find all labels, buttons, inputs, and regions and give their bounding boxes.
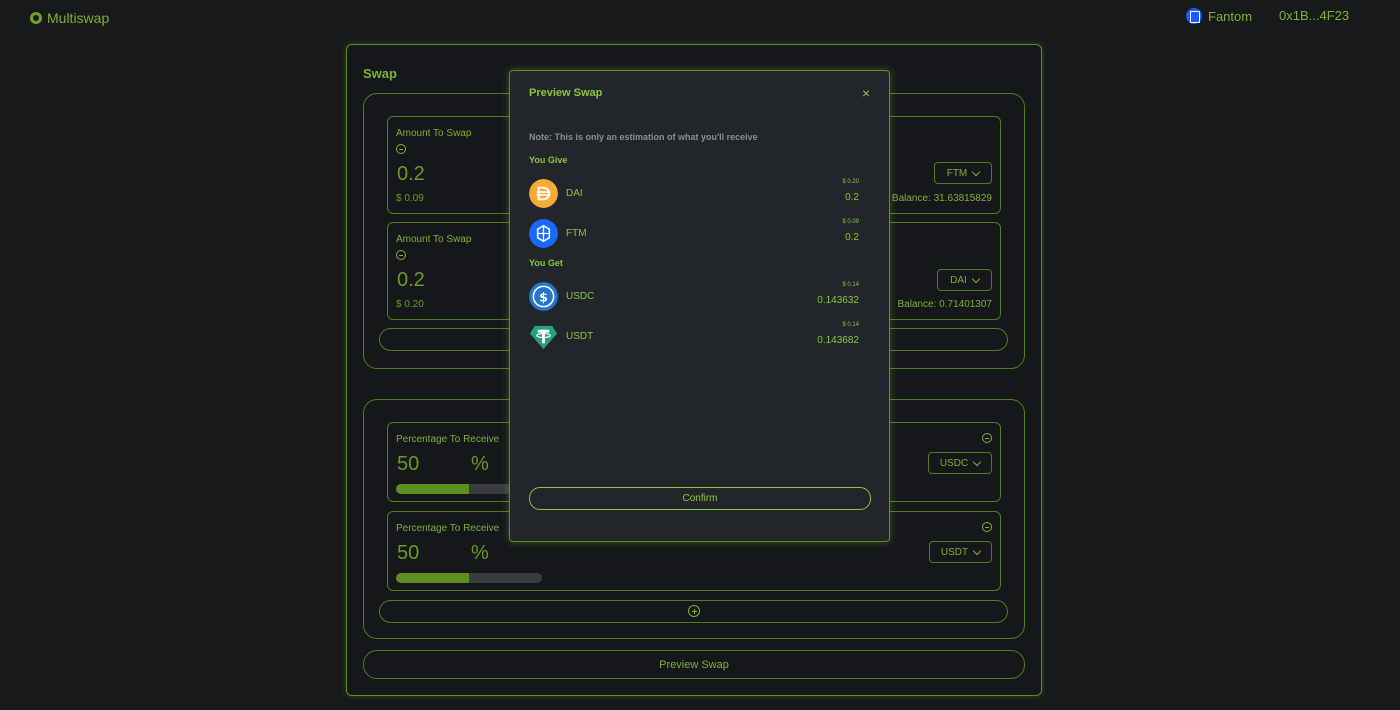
chevron-down-icon bbox=[971, 274, 981, 283]
amount-usd: $ 0.20 bbox=[396, 299, 424, 310]
percentage-label: Percentage To Receive bbox=[396, 434, 500, 445]
amount-usd: $ 0.09 bbox=[396, 193, 424, 204]
amount-input[interactable]: 0.2 bbox=[397, 163, 425, 186]
brand-name: Multiswap bbox=[47, 10, 110, 26]
add-get-token-button[interactable] bbox=[379, 600, 1008, 623]
remove-icon[interactable] bbox=[982, 433, 992, 443]
token-select-usdt[interactable]: USDT bbox=[929, 541, 992, 563]
token-balance: Balance: 31.63815829 bbox=[891, 193, 992, 204]
modal-title: Preview Swap bbox=[529, 87, 603, 99]
amount-input[interactable]: 0.2 bbox=[397, 269, 425, 292]
fantom-network-icon bbox=[1186, 8, 1202, 24]
plus-icon bbox=[688, 605, 700, 617]
you-get-heading: You Get bbox=[529, 258, 563, 268]
get-row-usdc: $ USDC $ 0.14 0.143632 bbox=[529, 282, 861, 312]
percentage-slider[interactable] bbox=[396, 573, 542, 583]
amount-label: Amount To Swap bbox=[396, 234, 472, 245]
remove-icon[interactable] bbox=[396, 144, 406, 154]
token-select-label: DAI bbox=[950, 274, 967, 286]
network-name: Fantom bbox=[1208, 8, 1253, 24]
you-give-heading: You Give bbox=[529, 155, 568, 165]
token-amount: 0.2 bbox=[845, 192, 859, 203]
token-name: DAI bbox=[566, 188, 583, 199]
token-select-ftm[interactable]: FTM bbox=[934, 162, 992, 184]
token-usd: $ 0.20 bbox=[842, 179, 859, 185]
token-select-label: USDT bbox=[940, 546, 969, 558]
token-name: USDC bbox=[566, 291, 595, 302]
panel-title: Swap bbox=[363, 66, 397, 81]
usdt-icon bbox=[529, 325, 558, 350]
token-select-usdc[interactable]: USDC bbox=[928, 452, 992, 474]
token-name: USDT bbox=[566, 331, 594, 342]
token-select-dai[interactable]: DAI bbox=[937, 269, 992, 291]
remove-icon[interactable] bbox=[982, 522, 992, 532]
give-row-ftm: FTM $ 0.09 0.2 bbox=[529, 219, 861, 249]
svg-text:$: $ bbox=[539, 289, 548, 304]
preview-swap-modal: Preview Swap × Note: This is only an est… bbox=[509, 70, 890, 542]
give-row-dai: DAI $ 0.20 0.2 bbox=[529, 179, 861, 209]
token-usd: $ 0.14 bbox=[842, 322, 859, 328]
chevron-down-icon bbox=[972, 457, 982, 466]
chevron-down-icon bbox=[972, 167, 981, 176]
get-row-usdt: USDT $ 0.14 0.143682 bbox=[529, 322, 861, 352]
percentage-fill bbox=[396, 484, 469, 494]
confirm-button[interactable]: Confirm bbox=[529, 487, 871, 510]
percentage-input[interactable]: 50 bbox=[397, 542, 419, 565]
dai-icon bbox=[529, 179, 558, 208]
ftm-icon bbox=[529, 219, 558, 248]
wallet-address[interactable]: 0x1B...4F23 bbox=[1279, 8, 1349, 23]
amount-label: Amount To Swap bbox=[396, 128, 472, 139]
percentage-unit: % bbox=[471, 453, 489, 475]
token-balance: Balance: 0.71401307 bbox=[897, 299, 992, 310]
percentage-fill bbox=[396, 573, 469, 583]
token-amount: 0.2 bbox=[845, 232, 859, 243]
network-selector[interactable]: Fantom bbox=[1186, 8, 1252, 24]
estimation-note: Note: This is only an estimation of what… bbox=[529, 132, 758, 142]
token-usd: $ 0.09 bbox=[842, 219, 859, 225]
close-icon[interactable]: × bbox=[862, 85, 870, 101]
token-select-label: USDC bbox=[939, 457, 969, 469]
remove-icon[interactable] bbox=[396, 250, 406, 260]
percentage-unit: % bbox=[471, 542, 489, 564]
token-name: FTM bbox=[566, 228, 587, 239]
token-amount: 0.143682 bbox=[817, 335, 859, 346]
percentage-input[interactable]: 50 bbox=[397, 453, 419, 476]
chevron-down-icon bbox=[972, 546, 982, 555]
usdc-icon: $ bbox=[529, 282, 558, 311]
preview-swap-button[interactable]: Preview Swap bbox=[363, 650, 1025, 679]
brand[interactable]: Multiswap bbox=[30, 10, 109, 26]
token-amount: 0.143632 bbox=[817, 295, 859, 306]
token-usd: $ 0.14 bbox=[842, 282, 859, 288]
token-select-label: FTM bbox=[946, 167, 968, 179]
percentage-label: Percentage To Receive bbox=[396, 523, 500, 534]
multiswap-logo-icon bbox=[30, 12, 42, 24]
